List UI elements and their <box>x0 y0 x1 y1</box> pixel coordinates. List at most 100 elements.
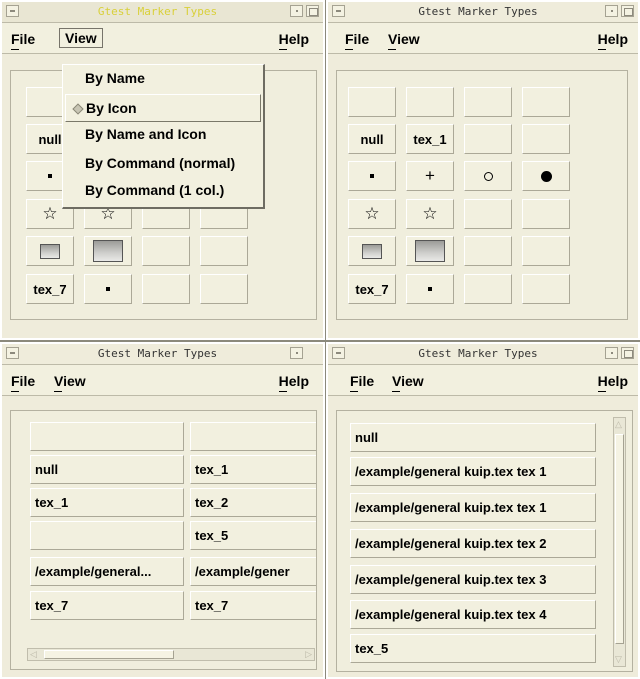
window-menu-button[interactable] <box>6 347 19 359</box>
marker-cell[interactable] <box>348 161 396 191</box>
marker-cell[interactable] <box>30 422 184 451</box>
command-item[interactable]: /example/general kuip.tex tex 2 <box>350 529 596 558</box>
marker-cell[interactable]: tex_1 <box>190 455 316 484</box>
command-label: null <box>355 430 379 445</box>
command-label: /example/general kuip.tex tex 2 <box>355 536 547 551</box>
menu-file[interactable]: File <box>11 373 35 392</box>
marker-cell[interactable] <box>406 87 454 117</box>
marker-cell[interactable] <box>522 124 570 154</box>
command-item[interactable]: tex_5 <box>350 634 596 663</box>
menu-view[interactable]: View <box>59 28 103 48</box>
menu-view-label: View <box>54 373 86 389</box>
scrollbar-thumb[interactable] <box>615 434 624 644</box>
marker-cell[interactable]: /example/gener <box>190 557 316 586</box>
command-item[interactable]: /example/general kuip.tex tex 1 <box>350 457 596 486</box>
marker-cell[interactable]: + <box>406 161 454 191</box>
marker-cell[interactable]: ☆ <box>348 199 396 229</box>
marker-cell[interactable] <box>142 236 190 266</box>
maximize-button[interactable] <box>621 347 634 359</box>
texture-large-icon <box>93 240 123 262</box>
menu-help[interactable]: Help <box>597 31 628 50</box>
marker-cell[interactable] <box>348 87 396 117</box>
marker-label: tex_5 <box>195 528 229 543</box>
marker-cell[interactable] <box>142 274 190 304</box>
menu-help[interactable]: Help <box>597 373 628 392</box>
menu-item-by-command-1col[interactable]: By Command (1 col.) <box>63 177 263 205</box>
marker-cell[interactable] <box>348 236 396 266</box>
command-item[interactable]: null <box>350 423 596 452</box>
marker-cell[interactable] <box>464 236 512 266</box>
menu-view[interactable]: View <box>392 373 424 392</box>
marker-cell[interactable] <box>522 161 570 191</box>
menu-view[interactable]: View <box>54 373 86 392</box>
maximize-button[interactable] <box>306 5 319 17</box>
marker-cell[interactable] <box>26 236 74 266</box>
marker-cell[interactable]: tex_1 <box>30 488 184 517</box>
menu-item-by-name[interactable]: By Name <box>63 65 263 93</box>
maximize-button[interactable] <box>621 5 634 17</box>
window-menu-button[interactable] <box>332 347 345 359</box>
marker-cell[interactable] <box>84 274 132 304</box>
marker-cell[interactable] <box>30 521 184 550</box>
marker-cell[interactable]: tex_5 <box>190 521 316 550</box>
scroll-left-icon[interactable]: ◁ <box>30 649 37 660</box>
marker-cell[interactable]: tex_2 <box>190 488 316 517</box>
marker-cell[interactable]: ☆ <box>406 199 454 229</box>
horizontal-scrollbar[interactable]: ◁ ▷ <box>27 648 315 661</box>
menu-item-by-icon[interactable]: By Icon <box>65 94 261 122</box>
scroll-down-icon[interactable]: ▽ <box>615 654 622 665</box>
marker-cell[interactable] <box>522 87 570 117</box>
title-bar[interactable]: Gtest Marker Types <box>328 2 638 23</box>
menu-bar: File View Help <box>328 365 638 396</box>
title-bar[interactable]: Gtest Marker Types <box>2 2 323 23</box>
marker-cell[interactable] <box>464 199 512 229</box>
menu-help[interactable]: Help <box>278 31 309 50</box>
marker-label: tex_7 <box>355 281 389 297</box>
scroll-up-icon[interactable]: △ <box>615 419 622 430</box>
marker-cell[interactable] <box>464 274 512 304</box>
command-item[interactable]: /example/general kuip.tex tex 4 <box>350 600 596 629</box>
title-bar[interactable]: Gtest Marker Types <box>328 344 638 365</box>
title-bar[interactable]: Gtest Marker Types <box>2 344 323 365</box>
menu-view[interactable]: View <box>388 31 420 50</box>
marker-cell[interactable]: tex_7 <box>30 591 184 620</box>
marker-cell[interactable] <box>464 87 512 117</box>
menu-file[interactable]: File <box>11 31 35 50</box>
marker-cell[interactable] <box>464 124 512 154</box>
menu-help[interactable]: Help <box>278 373 309 392</box>
minimize-button[interactable] <box>290 5 303 17</box>
marker-cell[interactable] <box>406 236 454 266</box>
marker-cell[interactable] <box>406 274 454 304</box>
marker-cell[interactable]: /example/general... <box>30 557 184 586</box>
marker-cell[interactable] <box>200 236 248 266</box>
marker-cell[interactable] <box>190 422 316 451</box>
minimize-button[interactable] <box>605 347 618 359</box>
scroll-right-icon[interactable]: ▷ <box>305 649 312 660</box>
marker-cell[interactable] <box>522 236 570 266</box>
command-item[interactable]: /example/general kuip.tex tex 1 <box>350 493 596 522</box>
marker-cell[interactable]: tex_7 <box>190 591 316 620</box>
window-bottom-right: Gtest Marker Types File View Help null /… <box>325 341 640 679</box>
minimize-button[interactable] <box>290 347 303 359</box>
marker-cell[interactable]: null <box>348 124 396 154</box>
window-menu-button[interactable] <box>332 5 345 17</box>
menu-file[interactable]: File <box>345 31 369 50</box>
menu-item-by-name-and-icon[interactable]: By Name and Icon <box>63 121 263 149</box>
marker-cell[interactable] <box>464 161 512 191</box>
marker-cell[interactable] <box>84 236 132 266</box>
vertical-scrollbar[interactable]: △ ▽ <box>613 417 626 667</box>
menu-file[interactable]: File <box>350 373 374 392</box>
marker-cell[interactable] <box>522 274 570 304</box>
marker-cell[interactable] <box>200 274 248 304</box>
marker-cell[interactable]: tex_1 <box>406 124 454 154</box>
command-item[interactable]: /example/general kuip.tex tex 3 <box>350 565 596 594</box>
marker-cell[interactable]: tex_7 <box>26 274 74 304</box>
window-menu-icon <box>336 10 341 12</box>
menu-item-by-command-normal[interactable]: By Command (normal) <box>63 150 263 178</box>
marker-cell[interactable]: tex_7 <box>348 274 396 304</box>
minimize-button[interactable] <box>605 5 618 17</box>
window-menu-button[interactable] <box>6 5 19 17</box>
marker-cell[interactable]: null <box>30 455 184 484</box>
scrollbar-thumb[interactable] <box>44 650 174 659</box>
marker-cell[interactable] <box>522 199 570 229</box>
